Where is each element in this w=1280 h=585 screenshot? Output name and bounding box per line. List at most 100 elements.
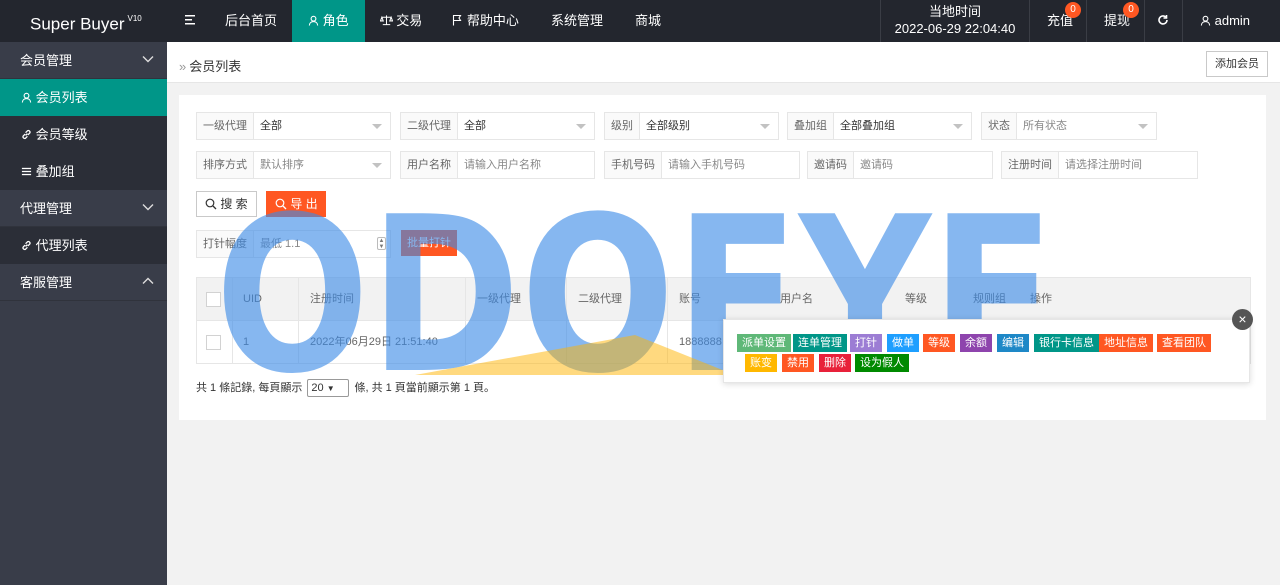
- pagination: 共 1 條記錄, 每頁顯示 20 ▼ 條, 共 1 頁當前顯示第 1 頁。: [196, 378, 495, 398]
- batch-punch-button[interactable]: 批量打针: [401, 230, 457, 256]
- select-all-checkbox[interactable]: [197, 278, 232, 321]
- user-icon: [1200, 13, 1211, 28]
- row-checkbox[interactable]: [197, 321, 232, 364]
- regtime-field[interactable]: 注册时间 请选择注册时间: [1001, 151, 1198, 179]
- menu-toggle-button[interactable]: [167, 0, 213, 42]
- invite-input[interactable]: 邀请码: [854, 152, 992, 178]
- app-logo[interactable]: Super Buyer V10: [0, 0, 167, 42]
- nav-trade[interactable]: 交易: [365, 0, 438, 42]
- view-team-button[interactable]: 查看团队: [1157, 334, 1211, 352]
- punch-range-field[interactable]: 打针幅度 最低 1.1 ▲ ▼: [196, 230, 391, 258]
- col-agent2: 二级代理: [578, 293, 622, 305]
- withdraw-button[interactable]: 提现 0: [1087, 0, 1145, 42]
- scale-icon: [379, 13, 393, 28]
- chevron-down-icon: [142, 42, 154, 79]
- phone-input[interactable]: 请输入手机号码: [662, 152, 799, 178]
- recharge-badge: 0: [1065, 2, 1081, 18]
- withdraw-badge: 0: [1123, 2, 1139, 18]
- nav-home[interactable]: 后台首页: [213, 0, 292, 42]
- col-actions: 操作: [1030, 293, 1052, 305]
- username-field[interactable]: 用户名称 请输入用户名称: [400, 151, 595, 179]
- local-time: 当地时间 2022-06-29 22:04:40: [880, 0, 1030, 42]
- add-member-button[interactable]: 添加会员: [1206, 51, 1268, 77]
- agent2-select[interactable]: 二级代理 全部: [400, 112, 595, 140]
- col-level: 等级: [905, 293, 927, 305]
- invite-code-field[interactable]: 邀请码 邀请码: [807, 151, 993, 179]
- invite-label: 邀请码: [808, 152, 854, 178]
- caret-down-icon: [372, 124, 382, 129]
- breadcrumb: » 会员列表: [179, 59, 242, 74]
- make-order-button[interactable]: 做单: [887, 334, 919, 352]
- user-menu[interactable]: admin: [1183, 0, 1280, 42]
- bank-card-info-button[interactable]: 银行卡信息: [1034, 334, 1099, 352]
- link-icon: [21, 238, 32, 253]
- search-icon: [275, 197, 287, 211]
- nav-help[interactable]: 帮助中心: [437, 0, 534, 42]
- sort-value: 默认排序: [260, 159, 304, 171]
- breadcrumb-bar: » 会员列表 添加会员: [167, 42, 1280, 83]
- sidebar-group-service[interactable]: 客服管理: [0, 264, 167, 301]
- recharge-button[interactable]: 充值 0: [1030, 0, 1087, 42]
- disable-button[interactable]: 禁用: [782, 354, 814, 372]
- phone-field[interactable]: 手机号码 请输入手机号码: [604, 151, 800, 179]
- sidebar-group-member[interactable]: 会员管理: [0, 42, 167, 79]
- stack-group-select[interactable]: 叠加组 全部叠加组: [787, 112, 972, 140]
- agent1-select[interactable]: 一级代理 全部: [196, 112, 391, 140]
- nav-system[interactable]: 系统管理: [534, 0, 620, 42]
- column-divider: [667, 278, 668, 363]
- col-username: 用户名: [780, 293, 813, 305]
- balance-change-button[interactable]: 账变: [745, 354, 777, 372]
- sort-select[interactable]: 排序方式 默认排序: [196, 151, 391, 179]
- flag-icon: [452, 13, 463, 28]
- column-divider: [465, 278, 466, 363]
- col-uid: UID: [243, 293, 262, 305]
- sidebar: 会员管理 会员列表 会员等级 叠加组 代理管理 代理列表 客服管理: [0, 42, 167, 585]
- caret-down-icon: [576, 124, 586, 129]
- sidebar-item-member-level[interactable]: 会员等级: [0, 116, 167, 153]
- set-fake-user-button[interactable]: 设为假人: [855, 354, 909, 372]
- refresh-icon: [1157, 13, 1169, 28]
- chain-order-button[interactable]: 连单管理: [793, 334, 847, 352]
- agent1-value: 全部: [260, 120, 282, 132]
- caret-down-icon: [1138, 124, 1148, 129]
- address-info-button[interactable]: 地址信息: [1099, 334, 1153, 352]
- export-button[interactable]: 导 出: [266, 191, 326, 217]
- caret-down-icon: [760, 124, 770, 129]
- search-button[interactable]: 搜 索: [196, 191, 257, 217]
- nav-roles[interactable]: 角色: [292, 0, 365, 42]
- agent2-label: 二级代理: [401, 113, 458, 139]
- top-bar: Super Buyer V10 后台首页 角色 交易 帮助中心 系统管理 商城 当…: [0, 0, 1280, 42]
- sidebar-item-member-list[interactable]: 会员列表: [0, 79, 167, 116]
- chevron-up-icon: [142, 264, 154, 301]
- table-header: UID 注册时间 一级代理 二级代理 账号 用户名 等级 规则组 操作: [197, 278, 1250, 321]
- delete-button[interactable]: 删除: [819, 354, 851, 372]
- balance-button[interactable]: 余额: [960, 334, 992, 352]
- status-label: 状态: [982, 113, 1017, 139]
- sidebar-item-agent-list[interactable]: 代理列表: [0, 227, 167, 264]
- agent2-value: 全部: [464, 120, 486, 132]
- col-rule-group: 规则组: [973, 293, 1006, 305]
- punch-button[interactable]: 打针: [850, 334, 882, 352]
- dispatch-settings-button[interactable]: 派单设置: [737, 334, 791, 352]
- level-select[interactable]: 级别 全部级别: [604, 112, 779, 140]
- chevron-down-icon: ▼: [326, 384, 335, 394]
- column-divider: [298, 278, 299, 363]
- double-chevron-icon: »: [179, 59, 187, 74]
- column-divider: [566, 278, 567, 363]
- edit-button[interactable]: 编辑: [997, 334, 1029, 352]
- status-select[interactable]: 状态 所有状态: [981, 112, 1157, 140]
- number-spinner-icon[interactable]: ▲ ▼: [377, 237, 386, 250]
- sidebar-group-agent[interactable]: 代理管理: [0, 190, 167, 227]
- level-button[interactable]: 等级: [923, 334, 955, 352]
- stack-value: 全部叠加组: [840, 120, 895, 132]
- nav-shop[interactable]: 商城: [620, 0, 676, 42]
- refresh-button[interactable]: [1145, 0, 1183, 42]
- chevron-down-icon: [142, 190, 154, 227]
- page-size-select[interactable]: 20 ▼: [307, 379, 350, 398]
- punch-input[interactable]: 最低 1.1: [254, 231, 390, 257]
- cell-uid: 1: [243, 336, 250, 348]
- close-icon[interactable]: ×: [1232, 309, 1253, 330]
- sidebar-item-stack-group[interactable]: 叠加组: [0, 153, 167, 190]
- regtime-input[interactable]: 请选择注册时间: [1059, 152, 1197, 178]
- username-input[interactable]: 请输入用户名称: [458, 152, 594, 178]
